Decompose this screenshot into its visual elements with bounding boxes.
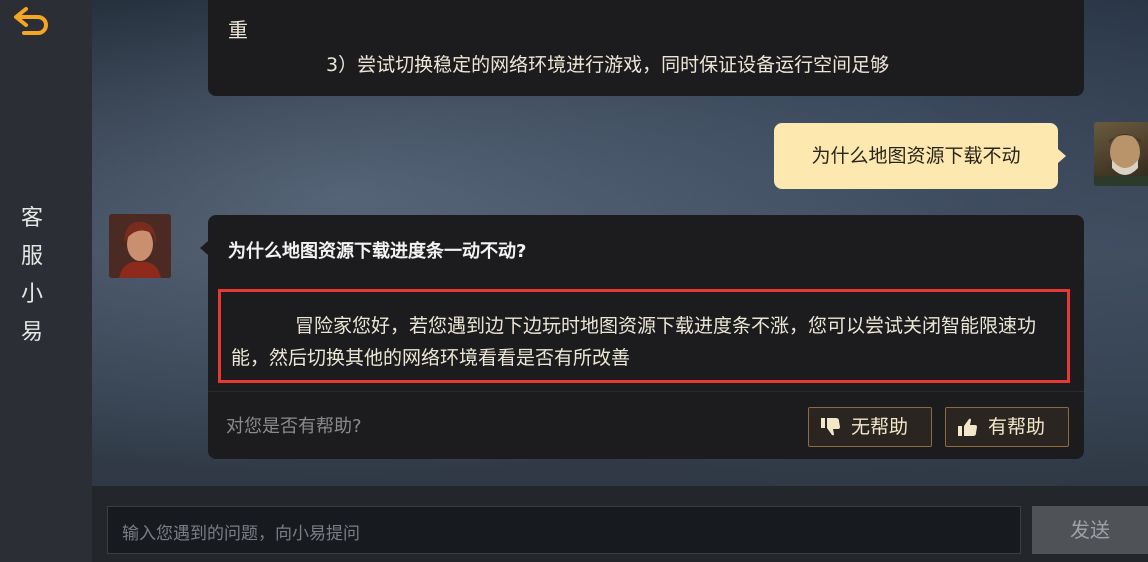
support-avatar [109, 214, 171, 278]
send-button[interactable]: 发送 [1032, 506, 1148, 554]
question-input[interactable]: 输入您遇到的问题，向小易提问 [107, 506, 1021, 554]
not-helpful-button[interactable]: 无帮助 [808, 407, 932, 447]
input-bar: 输入您遇到的问题，向小易提问 发送 [92, 486, 1148, 562]
side-title-char: 服 [20, 244, 43, 269]
input-placeholder: 输入您遇到的问题，向小易提问 [122, 524, 360, 544]
side-title-char: 客 [20, 206, 43, 231]
answer-text: 冒险家您好，若您遇到边下边玩时地图资源下载进度条不涨，您可以尝试关闭智能限速功能… [231, 315, 1037, 369]
message-text: 重 [228, 18, 248, 42]
side-title-char: 小 [20, 282, 43, 307]
side-title: 客 服 小 易 [18, 200, 46, 352]
user-avatar [1094, 122, 1148, 186]
previous-bot-message: 重 3）尝试切换稳定的网络环境进行游戏，同时保证设备运行空间足够 [208, 0, 1084, 96]
user-message: 为什么地图资源下载不动 [774, 123, 1066, 189]
side-title-char: 易 [20, 320, 43, 345]
not-helpful-label: 无帮助 [851, 416, 909, 438]
thumbs-down-icon [821, 418, 840, 436]
answer-highlight-box: 冒险家您好，若您遇到边下边玩时地图资源下载进度条不涨，您可以尝试关闭智能限速功能… [218, 289, 1070, 383]
helpful-button[interactable]: 有帮助 [945, 407, 1069, 447]
sidebar: 客 服 小 易 [0, 0, 92, 562]
back-arrow-icon [14, 7, 48, 35]
bot-reply-message: 为什么地图资源下载进度条一动不动? 冒险家您好，若您遇到边下边玩时地图资源下载进… [200, 215, 1084, 459]
question-title: 为什么地图资源下载进度条一动不动? [228, 241, 527, 262]
message-text: 3）尝试切换稳定的网络环境进行游戏，同时保证设备运行空间足够 [326, 54, 890, 76]
thumbs-up-icon [958, 418, 977, 436]
helpful-prompt: 对您是否有帮助? [226, 416, 362, 437]
back-button[interactable] [12, 5, 52, 37]
helpful-label: 有帮助 [988, 416, 1046, 438]
divider [208, 391, 1084, 392]
